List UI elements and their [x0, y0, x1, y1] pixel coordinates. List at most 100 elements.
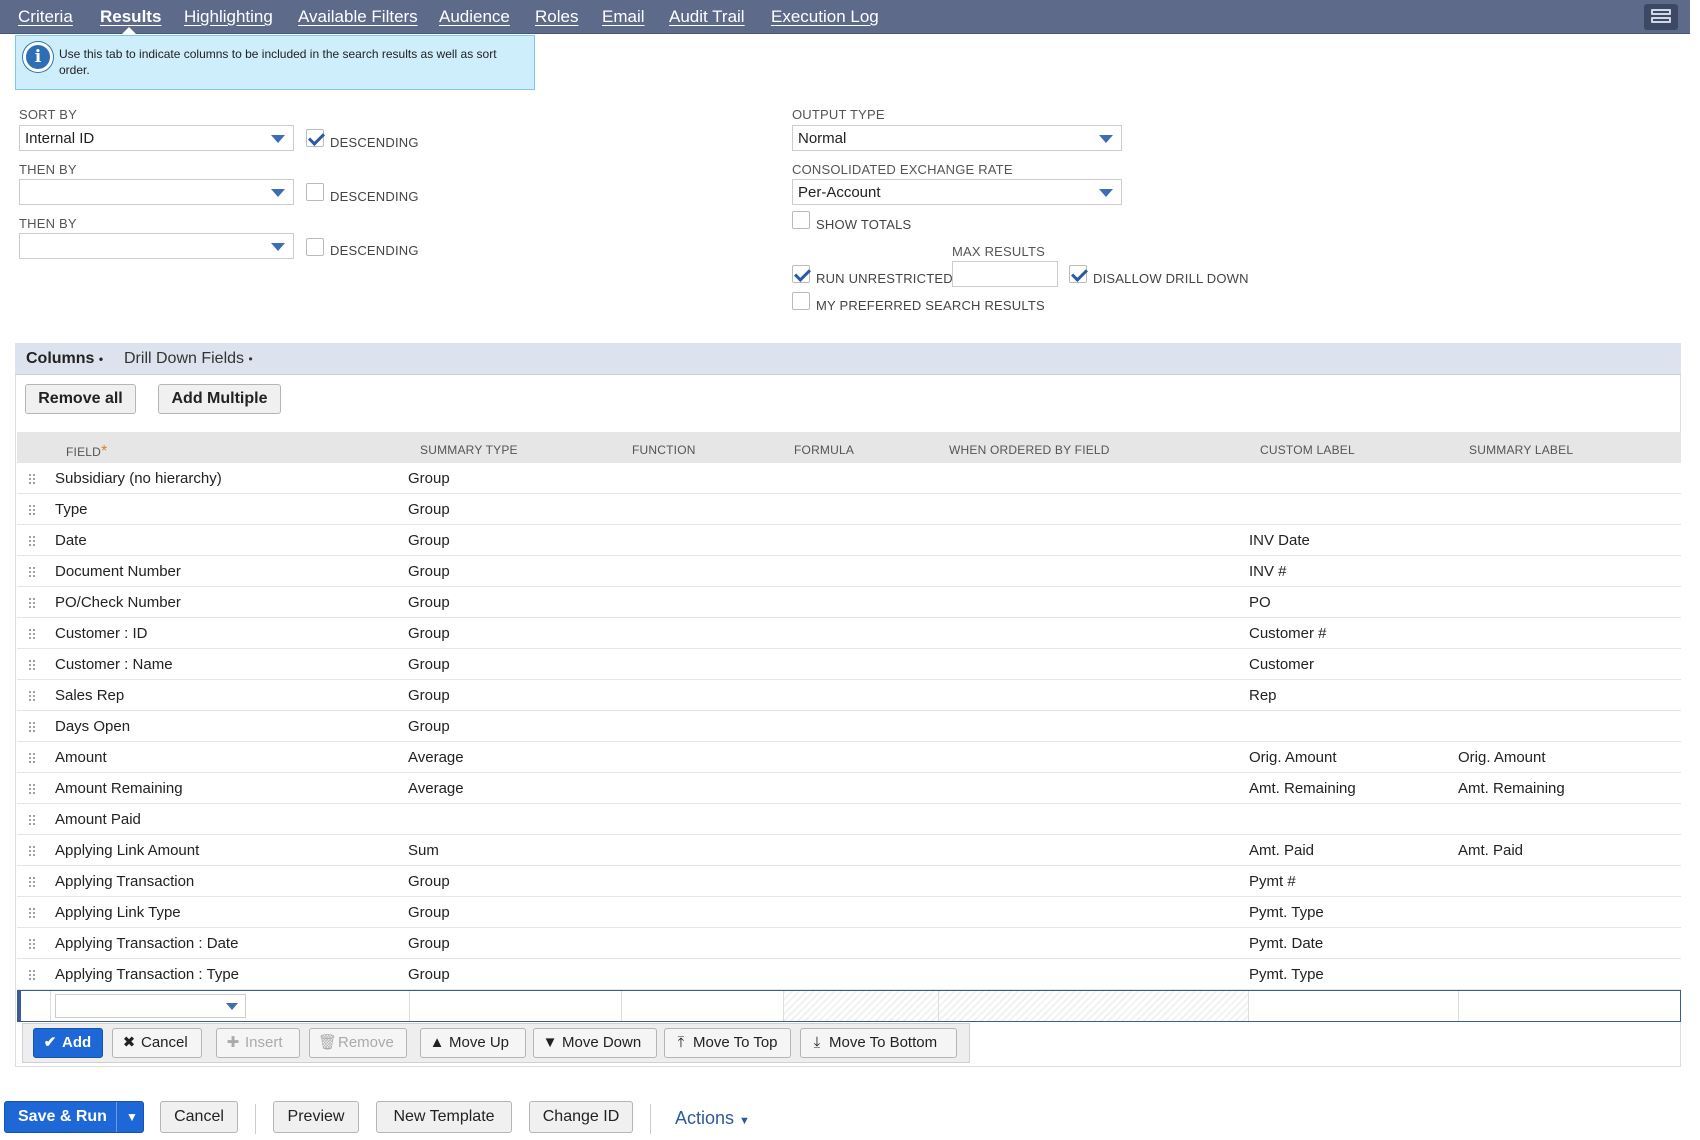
- table-row[interactable]: Applying Transaction : Date Group Pymt. Da…: [17, 928, 1681, 959]
- drag-handle-icon[interactable]: [28, 535, 36, 547]
- row-custom-label: Pymt. Type: [1249, 904, 1324, 921]
- move-to-bottom-button[interactable]: ⤓ Move To Bottom: [800, 1028, 957, 1058]
- row-custom-label: Orig. Amount: [1249, 749, 1337, 766]
- add-row-button[interactable]: ✔ Add: [33, 1028, 103, 1058]
- then-by-2-select[interactable]: [19, 233, 294, 259]
- drag-handle-icon[interactable]: [28, 845, 36, 857]
- drag-handle-icon[interactable]: [28, 504, 36, 516]
- drag-handle-icon[interactable]: [28, 721, 36, 733]
- remove-row-button[interactable]: 🗑Remove: [309, 1028, 407, 1058]
- move-to-top-button[interactable]: ⤒ Move To Top: [664, 1028, 791, 1058]
- then-by-1-select[interactable]: [19, 179, 294, 205]
- drag-handle-icon[interactable]: [28, 597, 36, 609]
- row-field: PO/Check Number: [55, 594, 181, 611]
- table-row[interactable]: Customer : ID Group Customer #: [17, 618, 1681, 649]
- move-up-button[interactable]: ▲ Move Up: [420, 1028, 526, 1058]
- exchange-rate-label: CONSOLIDATED EXCHANGE RATE: [792, 162, 1013, 177]
- tab-roles[interactable]: Roles: [535, 7, 578, 27]
- edit-cell-custom-label[interactable]: [1249, 991, 1459, 1021]
- tab-execution-log[interactable]: Execution Log: [771, 7, 879, 27]
- exchange-rate-select[interactable]: Per-Account: [792, 179, 1122, 205]
- save-and-run-button[interactable]: Save & Run ▼: [4, 1101, 144, 1133]
- table-row[interactable]: Applying Transaction : Type Group Pymt. Ty…: [17, 959, 1681, 990]
- table-row[interactable]: Days Open Group: [17, 711, 1681, 742]
- move-to-bottom-label: Move To Bottom: [829, 1034, 938, 1051]
- header-field-label: FIELD: [66, 445, 102, 459]
- new-column-row[interactable]: [17, 990, 1681, 1022]
- tab-email[interactable]: Email: [602, 7, 645, 27]
- run-unrestricted-checkbox[interactable]: [792, 265, 810, 283]
- show-totals-checkbox[interactable]: [792, 211, 810, 229]
- disallow-drill-down-checkbox[interactable]: [1069, 265, 1087, 283]
- change-id-button[interactable]: Change ID: [529, 1101, 633, 1133]
- row-field: Applying Link Type: [55, 904, 181, 921]
- drag-handle-icon[interactable]: [28, 473, 36, 485]
- sort-by-descending-checkbox[interactable]: [306, 129, 324, 147]
- tab-criteria[interactable]: Criteria: [18, 7, 73, 27]
- max-results-input[interactable]: [952, 261, 1058, 287]
- sort-by-label: SORT BY: [19, 107, 77, 122]
- tab-highlighting[interactable]: Highlighting: [184, 7, 273, 27]
- edit-cell-function[interactable]: [622, 991, 784, 1021]
- drag-handle-icon[interactable]: [28, 659, 36, 671]
- footer-divider: [255, 1104, 256, 1134]
- new-template-button[interactable]: New Template: [376, 1101, 512, 1133]
- drag-handle-icon[interactable]: [28, 783, 36, 795]
- insert-row-button[interactable]: ✚ Insert: [216, 1028, 300, 1058]
- info-message: i Use this tab to indicate columns to be…: [15, 35, 535, 90]
- chevron-down-icon: [271, 135, 285, 143]
- drag-handle-icon[interactable]: [28, 752, 36, 764]
- drag-handle-icon[interactable]: [28, 938, 36, 950]
- preview-button[interactable]: Preview: [273, 1101, 359, 1133]
- move-down-button[interactable]: ▼ Move Down: [533, 1028, 657, 1058]
- tab-audience[interactable]: Audience: [439, 7, 510, 27]
- table-row[interactable]: Applying Link Amount Sum Amt. Paid Amt. Pai…: [17, 835, 1681, 866]
- then-by-1-descending-checkbox[interactable]: [306, 183, 324, 201]
- table-row[interactable]: Sales Rep Group Rep: [17, 680, 1681, 711]
- actions-menu[interactable]: Actions ▼: [675, 1108, 750, 1129]
- remove-all-button[interactable]: Remove all: [25, 384, 136, 414]
- row-field: Amount Remaining: [55, 780, 183, 797]
- table-row[interactable]: Customer : Name Group Customer: [17, 649, 1681, 680]
- header-function: FUNCTION: [632, 443, 696, 457]
- drag-handle-icon[interactable]: [28, 628, 36, 640]
- table-row[interactable]: Amount Remaining Average Amt. Remaining Amt…: [17, 773, 1681, 804]
- cancel-button[interactable]: Cancel: [160, 1101, 238, 1133]
- row-summary-type: Group: [408, 904, 450, 921]
- tab-available-filters[interactable]: Available Filters: [298, 7, 418, 27]
- drag-handle-icon[interactable]: [28, 907, 36, 919]
- drag-handle-icon[interactable]: [28, 969, 36, 981]
- table-row[interactable]: Document Number Group INV #: [17, 556, 1681, 587]
- table-row[interactable]: Applying Transaction Group Pymt #: [17, 866, 1681, 897]
- row-summary-label: Amt. Paid: [1458, 842, 1524, 859]
- row-field: Days Open: [55, 718, 131, 735]
- preferred-results-checkbox[interactable]: [792, 292, 810, 310]
- table-row[interactable]: Subsidiary (no hierarchy) Group: [17, 463, 1681, 494]
- drag-handle-icon[interactable]: [28, 814, 36, 826]
- tab-audit-trail[interactable]: Audit Trail: [669, 7, 745, 27]
- subtab-columns[interactable]: Columns •: [26, 350, 103, 368]
- row-custom-label: Customer: [1249, 656, 1315, 673]
- drag-handle-icon[interactable]: [28, 690, 36, 702]
- sort-by-select[interactable]: Internal ID: [19, 125, 294, 151]
- output-type-select[interactable]: Normal: [792, 125, 1122, 151]
- row-summary-type: Group: [408, 625, 450, 642]
- table-row[interactable]: Applying Link Type Group Pymt. Type: [17, 897, 1681, 928]
- table-row[interactable]: PO/Check Number Group PO: [17, 587, 1681, 618]
- subtab-drill-down-fields[interactable]: Drill Down Fields •: [124, 350, 253, 368]
- then-by-2-descending-checkbox[interactable]: [306, 238, 324, 256]
- table-row[interactable]: Date Group INV Date: [17, 525, 1681, 556]
- table-row[interactable]: Type Group: [17, 494, 1681, 525]
- tab-results[interactable]: Results: [100, 7, 161, 27]
- edit-cell-summary-type[interactable]: [410, 991, 622, 1021]
- table-row[interactable]: Amount Average Orig. Amount Orig. Amount: [17, 742, 1681, 773]
- table-row[interactable]: Amount Paid: [17, 804, 1681, 835]
- drag-handle-icon[interactable]: [28, 566, 36, 578]
- add-multiple-button[interactable]: Add Multiple: [158, 384, 281, 414]
- cancel-row-button[interactable]: ✖ Cancel: [112, 1028, 202, 1058]
- row-summary-type: Group: [408, 563, 450, 580]
- save-dropdown-icon[interactable]: ▼: [126, 1102, 138, 1132]
- menu-icon[interactable]: [1644, 4, 1678, 30]
- exchange-rate-value: Per-Account: [798, 184, 881, 201]
- drag-handle-icon[interactable]: [28, 876, 36, 888]
